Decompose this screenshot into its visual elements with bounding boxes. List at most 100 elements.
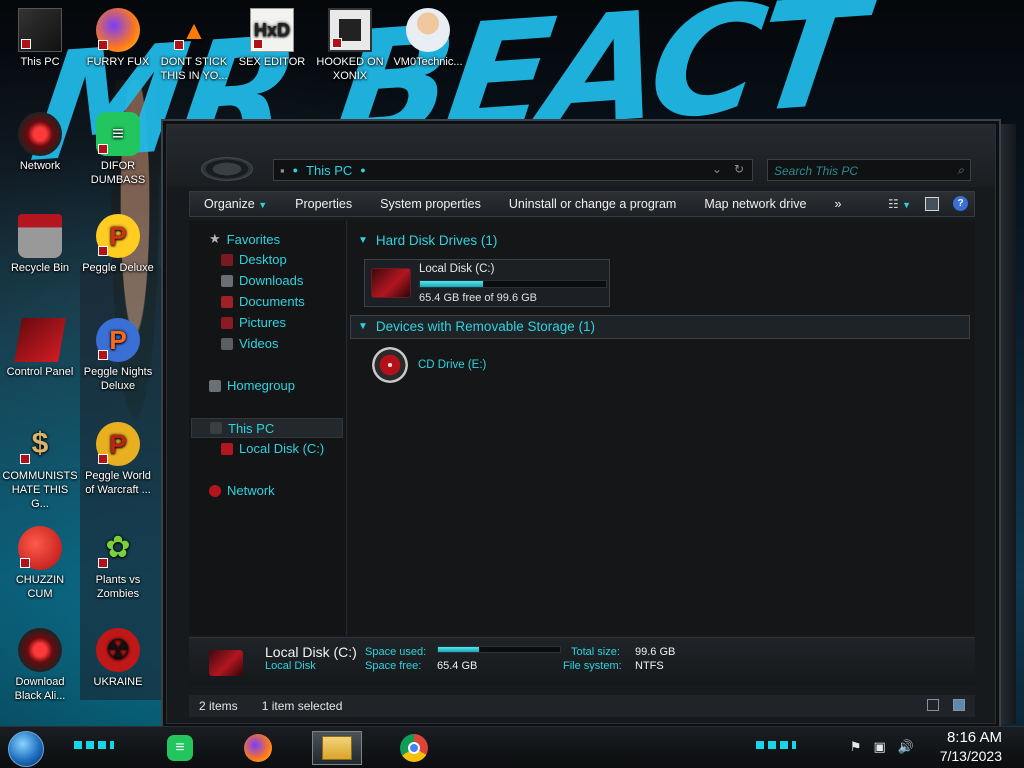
desktop-icon-difor[interactable]: ≡ DIFOR DUMBASS xyxy=(80,112,156,187)
nav-local-disk[interactable]: Local Disk (C:) xyxy=(221,441,324,456)
desktop-icon-this-pc[interactable]: This PC xyxy=(2,8,78,69)
network-icon xyxy=(18,112,62,156)
peggle-nights-icon: P xyxy=(96,318,140,362)
network-tray-icon[interactable]: ▣ xyxy=(874,739,886,755)
taskbar-notes-app[interactable]: ≡ xyxy=(162,731,198,765)
content-pane: ▼ Hard Disk Drives (1) Local Disk (C:) 6… xyxy=(348,221,975,635)
space-used-label: Space used: xyxy=(365,646,427,658)
group-header-hdd[interactable]: ▼ Hard Disk Drives (1) xyxy=(358,233,497,248)
nav-favorites[interactable]: ★ Favorites xyxy=(209,231,280,247)
uninstall-program-button[interactable]: Uninstall or change a program xyxy=(495,197,690,211)
view-options-icon[interactable]: ☷ ▼ xyxy=(888,197,911,211)
hard-drive-icon xyxy=(371,268,411,298)
organize-button[interactable]: Organize ▼ xyxy=(190,197,281,211)
drive-free-text: 65.4 GB free of 99.6 GB xyxy=(419,292,538,304)
tiles-view-icon[interactable] xyxy=(953,699,965,711)
address-bar[interactable]: ▪ ● This PC ● ⌄ ↻ xyxy=(273,159,753,181)
clock-time: 8:16 AM xyxy=(946,729,1002,746)
documents-icon xyxy=(221,295,233,308)
status-bar: 2 items 1 item selected xyxy=(189,695,975,717)
desktop-icon-xonix[interactable]: HOOKED ON XONIX xyxy=(312,8,388,83)
back-forward-emblem[interactable] xyxy=(201,157,253,181)
homegroup-icon xyxy=(209,379,221,392)
desktop-icon-chuzzin[interactable]: CHUZZIN CUM xyxy=(2,526,78,601)
taskbar-file-explorer[interactable] xyxy=(312,731,362,765)
desktop-icon-dont-stick[interactable]: ▲ DONT STICK THIS IN YO... xyxy=(156,8,232,83)
total-size-label: Total size: xyxy=(571,646,620,658)
radiation-icon: ☢ xyxy=(96,628,140,672)
address-text[interactable]: This PC xyxy=(306,163,352,178)
desktop-icon-peggle-wow[interactable]: P Peggle World of Warcraft ... xyxy=(80,422,156,497)
explorer-window: ▪ ● This PC ● ⌄ ↻ Search This PC ⌕ Organ… xyxy=(166,124,996,724)
nav-network[interactable]: Network xyxy=(209,483,275,498)
desktop-icon-control-panel[interactable]: Control Panel xyxy=(2,318,78,379)
navigation-pane: ★ Favorites Desktop Downloads Documents … xyxy=(189,221,347,635)
space-used-bar xyxy=(437,646,561,653)
chrome-icon xyxy=(400,734,428,762)
breadcrumb-separator-icon[interactable]: ● xyxy=(360,165,365,175)
file-system-value: NTFS xyxy=(635,660,664,672)
nav-this-pc[interactable]: This PC xyxy=(191,418,343,438)
help-icon[interactable]: ? xyxy=(953,196,968,211)
hard-drive-icon xyxy=(221,442,233,455)
refresh-icon[interactable]: ↻ xyxy=(734,162,744,176)
cd-drive-item[interactable]: CD Drive (E:) xyxy=(372,347,486,383)
details-pane: Local Disk (C:) Local Disk Space used: S… xyxy=(189,637,975,685)
desktop-icon-communists[interactable]: $ COMMUNISTS HATE THIS G... xyxy=(2,422,78,511)
star-icon: ★ xyxy=(209,231,221,246)
hex-editor-icon: HxD xyxy=(250,8,294,52)
desktop-icon-recycle-bin[interactable]: Recycle Bin xyxy=(2,214,78,275)
taskbar-firefox[interactable] xyxy=(240,731,276,765)
desktop-icon-peggle-nights[interactable]: P Peggle Nights Deluxe xyxy=(80,318,156,393)
group-header-removable[interactable]: ▼ Devices with Removable Storage (1) xyxy=(358,319,595,334)
videos-icon xyxy=(221,337,233,350)
desktop-icon-network[interactable]: Network xyxy=(2,112,78,173)
search-placeholder: Search This PC xyxy=(774,164,859,178)
breadcrumb-arrow-icon[interactable]: ● xyxy=(293,165,298,175)
space-free-label: Space free: xyxy=(365,660,422,672)
xonix-game-icon xyxy=(328,8,372,52)
nav-pictures[interactable]: Pictures xyxy=(221,315,286,330)
vlc-cone-icon: ▲ xyxy=(172,8,216,52)
nav-downloads[interactable]: Downloads xyxy=(221,273,303,288)
desktop-icon-ukraine[interactable]: ☢ UKRAINE xyxy=(80,628,156,689)
drive-usage-fill xyxy=(420,281,484,287)
desktop-icon-furry-fux[interactable]: FURRY FUX xyxy=(80,8,156,69)
taskbar-clock[interactable]: 8:16 AM 7/13/2023 xyxy=(940,729,1002,765)
start-button[interactable] xyxy=(8,731,44,767)
item-count: 2 items xyxy=(199,699,238,713)
nav-desktop[interactable]: Desktop xyxy=(221,252,287,267)
desktop-icon-sex-editor[interactable]: HxD SEX EDITOR xyxy=(234,8,310,69)
chevron-down-icon[interactable]: ▼ xyxy=(358,321,368,332)
command-bar: Organize ▼ Properties System properties … xyxy=(189,191,975,217)
pictures-icon xyxy=(221,316,233,329)
desktop-icon-download-black[interactable]: Download Black Ali... xyxy=(2,628,78,703)
search-input[interactable]: Search This PC ⌕ xyxy=(767,159,971,181)
preview-pane-icon[interactable] xyxy=(925,196,939,211)
search-icon[interactable]: ⌕ xyxy=(957,163,964,178)
chevron-down-icon: ▼ xyxy=(258,200,268,210)
details-view-icon[interactable] xyxy=(927,699,939,711)
system-tray: ⚑ ▣ 🔊 xyxy=(850,739,914,755)
system-properties-button[interactable]: System properties xyxy=(366,197,495,211)
desktop-icon-peggle[interactable]: P Peggle Deluxe xyxy=(80,214,156,275)
properties-button[interactable]: Properties xyxy=(281,197,366,211)
more-commands-button[interactable]: » xyxy=(820,197,855,211)
nav-videos[interactable]: Videos xyxy=(221,336,279,351)
chevron-down-icon[interactable]: ▼ xyxy=(358,235,368,246)
folder-icon xyxy=(322,736,352,760)
control-panel-icon xyxy=(14,318,66,362)
nav-homegroup[interactable]: Homegroup xyxy=(209,378,295,393)
desktop-icon xyxy=(221,253,233,266)
total-size-value: 99.6 GB xyxy=(635,646,676,658)
desktop-icon-vm0[interactable]: VM0Technic... xyxy=(390,8,466,69)
action-center-flag-icon[interactable]: ⚑ xyxy=(850,739,862,755)
address-dropdown-icon[interactable]: ⌄ xyxy=(712,162,722,176)
taskbar-chrome[interactable] xyxy=(396,731,432,765)
desktop-icon-pvz[interactable]: ✿ Plants vs Zombies xyxy=(80,526,156,601)
map-network-drive-button[interactable]: Map network drive xyxy=(690,197,820,211)
drive-tile-local-disk[interactable]: Local Disk (C:) 65.4 GB free of 99.6 GB xyxy=(364,259,610,307)
nav-documents[interactable]: Documents xyxy=(221,294,305,309)
technician-icon xyxy=(406,8,450,52)
volume-icon[interactable]: 🔊 xyxy=(898,739,914,755)
